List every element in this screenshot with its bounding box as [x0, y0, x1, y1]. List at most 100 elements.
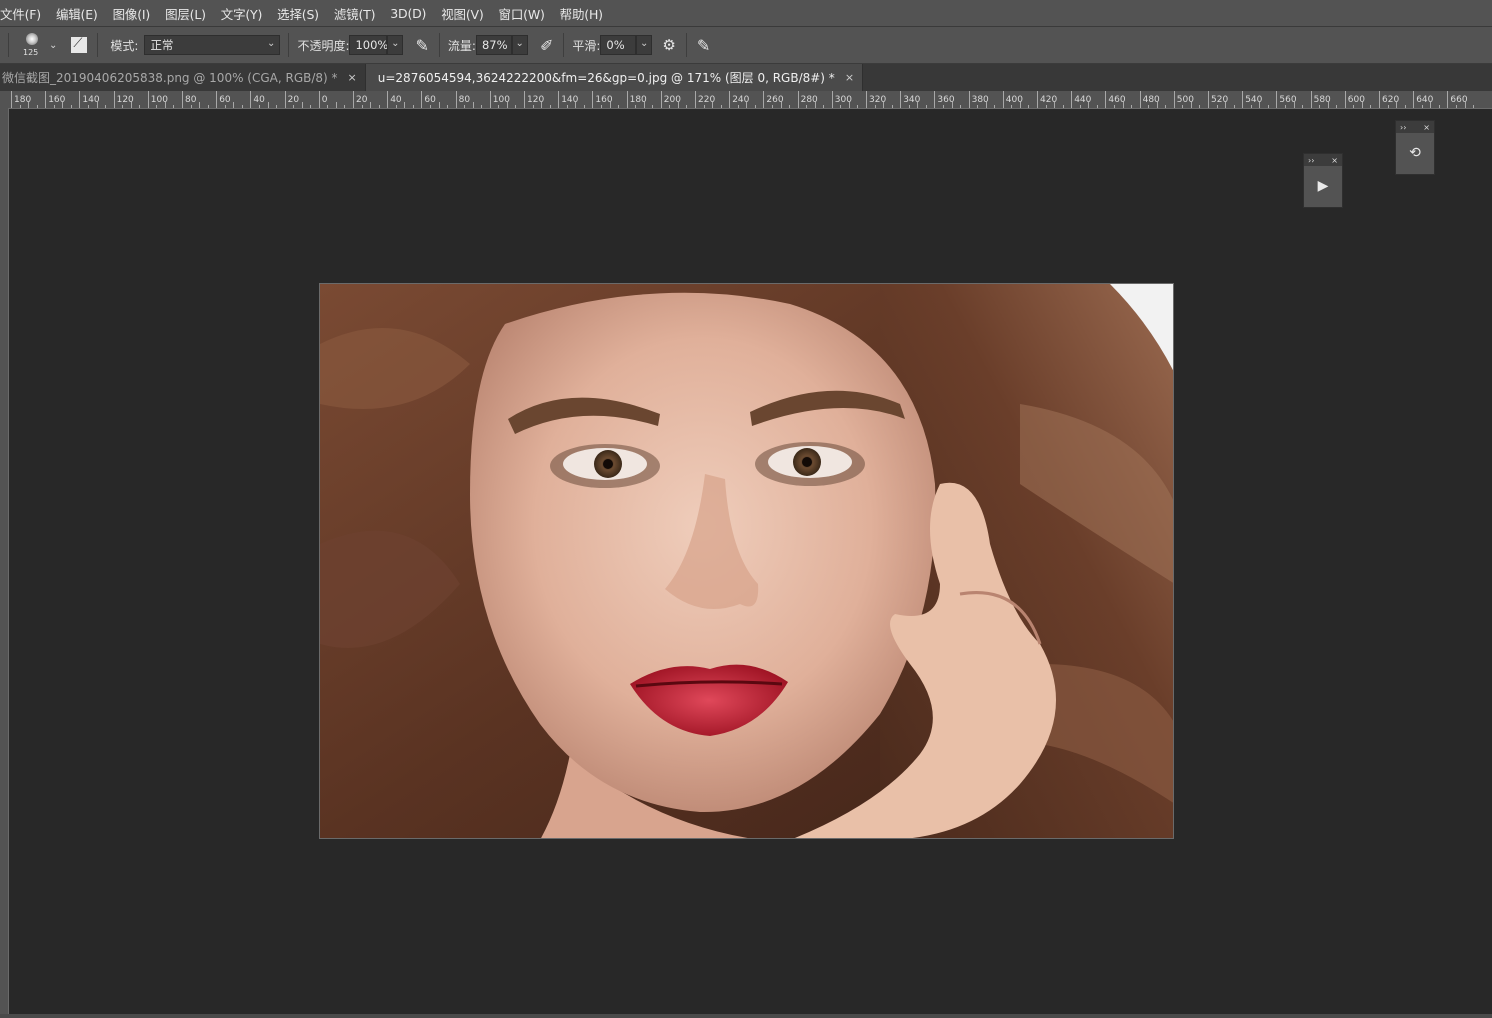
- ruler-major-tick: [353, 91, 354, 108]
- ruler-major-tick: [558, 91, 560, 108]
- tab-title: 微信截图_20190406205838.png @ 100% (CGA, RGB…: [2, 71, 338, 85]
- menu-image[interactable]: 图像(I): [113, 4, 151, 23]
- ruler-major-tick: [182, 91, 183, 108]
- menu-file[interactable]: 文件(F): [0, 4, 41, 23]
- collapse-icon[interactable]: ››: [1308, 156, 1314, 165]
- chevron-down-icon[interactable]: ⌄: [49, 40, 57, 51]
- ruler-minor-tick: [677, 102, 679, 108]
- opacity-input[interactable]: 100%: [349, 35, 388, 55]
- ruler-label: 0: [321, 95, 328, 105]
- ruler-minor-tick: [19, 105, 21, 108]
- ruler-major-tick: [592, 91, 594, 108]
- ruler-minor-tick: [1396, 102, 1398, 108]
- ruler-minor-tick: [951, 102, 953, 108]
- ruler-minor-tick: [438, 102, 440, 108]
- menu-type[interactable]: 文字(Y): [221, 4, 263, 23]
- ruler-minor-tick: [1327, 102, 1329, 108]
- tab-title: u=2876054594,3624222200&fm=26&gp=0.jpg @…: [377, 71, 835, 85]
- gear-icon[interactable]: ⚙: [662, 36, 675, 54]
- close-icon[interactable]: ×: [348, 71, 357, 84]
- ruler-major-tick: [11, 91, 12, 108]
- ruler-major-tick: [1105, 91, 1107, 108]
- ruler-minor-tick: [1267, 105, 1269, 108]
- close-icon[interactable]: ×: [845, 71, 854, 84]
- ruler-minor-tick: [754, 105, 756, 108]
- ruler-minor-tick: [575, 102, 577, 108]
- ruler-label: 80: [458, 95, 471, 105]
- menu-layer[interactable]: 图层(L): [165, 4, 206, 23]
- history-icon: ⟲: [1409, 145, 1421, 161]
- ruler-minor-tick: [1131, 105, 1133, 108]
- ruler-minor-tick: [1054, 102, 1056, 108]
- ruler-minor-tick: [1336, 105, 1338, 108]
- brush-panel-toggle[interactable]: ⟋: [71, 36, 88, 53]
- menu-3d[interactable]: 3D(D): [390, 6, 426, 21]
- menu-window[interactable]: 窗口(W): [499, 4, 545, 23]
- ruler-major-tick: [147, 91, 149, 108]
- mode-label: 模式:: [110, 38, 139, 53]
- play-button[interactable]: ▶: [1304, 166, 1342, 206]
- close-icon[interactable]: ×: [1331, 156, 1338, 165]
- ruler-minor-tick: [1122, 102, 1124, 108]
- ruler-minor-tick: [942, 105, 944, 108]
- ruler-minor-tick: [1045, 105, 1047, 108]
- ruler-minor-tick: [464, 105, 466, 108]
- ruler-minor-tick: [1250, 105, 1252, 108]
- ruler-minor-tick: [1233, 105, 1235, 108]
- ruler-minor-tick: [122, 105, 124, 108]
- history-button[interactable]: ⟲: [1396, 133, 1434, 173]
- collapse-icon[interactable]: ››: [1400, 123, 1406, 132]
- ruler-minor-tick: [780, 102, 782, 108]
- tab-document-1[interactable]: 微信截图_20190406205838.png @ 100% (CGA, RGB…: [0, 64, 365, 91]
- ruler-major-tick: [1071, 91, 1073, 108]
- ruler-minor-tick: [1156, 102, 1158, 108]
- ruler-major-tick: [421, 91, 423, 108]
- ruler-minor-tick: [139, 105, 141, 108]
- airbrush-icon[interactable]: ✐: [540, 36, 553, 55]
- flow-input[interactable]: 87%: [475, 35, 512, 55]
- ruler-minor-tick: [1113, 105, 1115, 108]
- ruler-major-tick: [831, 91, 833, 108]
- ruler-minor-tick: [156, 105, 158, 108]
- menu-help[interactable]: 帮助(H): [560, 4, 603, 23]
- pressure-icon[interactable]: ✎: [415, 36, 428, 55]
- ruler-major-tick: [216, 91, 218, 108]
- ruler-minor-tick: [1199, 105, 1201, 108]
- ruler-minor-tick: [241, 105, 243, 108]
- ruler-minor-tick: [814, 102, 816, 108]
- ruler-minor-tick: [361, 105, 363, 108]
- menu-select[interactable]: 选择(S): [277, 4, 319, 23]
- ruler-major-tick: [1413, 91, 1415, 108]
- symmetry-icon[interactable]: ✎: [697, 36, 710, 55]
- opacity-dropdown[interactable]: ⌄: [387, 35, 404, 55]
- ruler-minor-tick: [173, 105, 175, 108]
- brush-preset-picker[interactable]: 125: [23, 30, 45, 60]
- ruler-minor-tick: [224, 105, 226, 108]
- flow-dropdown[interactable]: ⌄: [511, 35, 528, 55]
- brush-panel-icon: ⟋: [73, 36, 83, 51]
- menu-filter[interactable]: 滤镜(T): [334, 4, 376, 23]
- menu-edit[interactable]: 编辑(E): [56, 4, 98, 23]
- tab-document-2[interactable]: u=2876054594,3624222200&fm=26&gp=0.jpg @…: [364, 64, 864, 91]
- ruler-minor-tick: [1088, 102, 1090, 108]
- mode-select[interactable]: 正常 ⌄: [144, 35, 281, 55]
- menu-view[interactable]: 视图(V): [441, 4, 484, 23]
- vertical-ruler[interactable]: [0, 108, 9, 1014]
- smoothing-input[interactable]: 0%: [600, 35, 637, 55]
- smoothing-dropdown[interactable]: ⌄: [636, 35, 653, 55]
- ruler-minor-tick: [994, 105, 996, 108]
- ruler-minor-tick: [806, 105, 808, 108]
- ruler-minor-tick: [566, 105, 568, 108]
- ruler-minor-tick: [857, 105, 859, 108]
- ruler-minor-tick: [1430, 102, 1432, 108]
- close-icon[interactable]: ×: [1423, 123, 1430, 132]
- ruler-minor-tick: [1421, 105, 1423, 108]
- ruler-minor-tick: [62, 102, 64, 108]
- ruler-minor-tick: [583, 105, 585, 108]
- ruler-major-tick: [284, 91, 286, 108]
- document-image[interactable]: [319, 283, 1174, 839]
- ruler-major-tick: [1379, 91, 1380, 108]
- ruler-minor-tick: [267, 102, 269, 108]
- ruler-minor-tick: [712, 102, 714, 108]
- horizontal-ruler[interactable]: 180 160 140 120 100 80 60 40 20 0 20 40 60 80 100 120 14…: [0, 91, 1492, 109]
